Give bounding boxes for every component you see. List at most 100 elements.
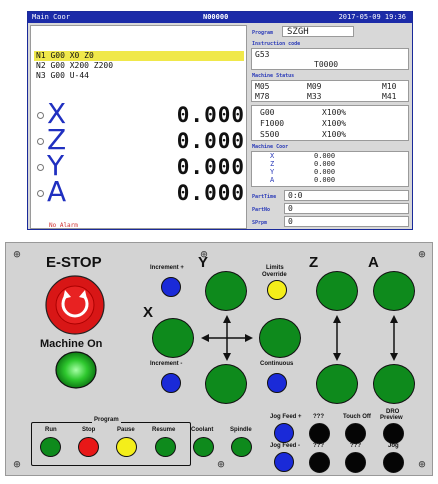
spindle-label: Spindle bbox=[230, 427, 252, 433]
feed-rate: F1000 bbox=[260, 119, 285, 128]
machine-axis-value: 0.000 bbox=[314, 168, 336, 176]
axis-indicator-dot bbox=[37, 164, 44, 171]
gcode-line-active: N1 G00 X0 Z0 bbox=[34, 51, 244, 61]
estop-button[interactable] bbox=[43, 275, 107, 335]
unassigned-button-2[interactable] bbox=[309, 452, 330, 473]
program-group-label: Program bbox=[92, 417, 121, 424]
screen-mode-label: Main Coor bbox=[32, 13, 70, 21]
machine-on-button[interactable] bbox=[55, 351, 97, 389]
part-time-box: 0:0 bbox=[284, 190, 409, 201]
limits-override-button[interactable] bbox=[267, 280, 287, 300]
m-code: M09 bbox=[307, 82, 322, 91]
machine-axis-letter: X bbox=[270, 152, 275, 160]
limits-override-label: Limits bbox=[266, 265, 284, 271]
motion-mode: G00 bbox=[260, 108, 275, 117]
instruction-label: Instruction code bbox=[252, 41, 301, 47]
cnc-screen: Main Coor N00000 2017-05-09 19:36 N1 G00… bbox=[27, 11, 413, 230]
control-panel: ⊕ ⊕ ⊕ ⊕ ⊕ ⊕ E-STOP Machine On Increment … bbox=[5, 242, 433, 476]
jog-y-minus-button[interactable] bbox=[205, 364, 247, 404]
part-no-box: 0 bbox=[284, 203, 409, 214]
machine-coor-box: X 0.000 Z 0.000 Y 0.000 A 0.000 bbox=[251, 151, 409, 187]
gcode-line: N2 G00 X200 Z200 bbox=[36, 61, 114, 70]
jog-feed-plus-label: Jog Feed + bbox=[270, 414, 302, 420]
machine-status-label: Machine Status bbox=[252, 73, 295, 79]
spindle-override: X100% bbox=[322, 130, 347, 139]
axis-row-z: Z 0.000 bbox=[35, 125, 245, 155]
axis-position-value: 0.000 bbox=[176, 103, 245, 127]
instruction-code: G53 bbox=[255, 50, 270, 59]
part-no-label: PartNo bbox=[252, 207, 271, 213]
axis-position-value: 0.000 bbox=[176, 129, 245, 153]
screw-icon: ⊕ bbox=[13, 457, 21, 471]
screw-icon: ⊕ bbox=[418, 457, 426, 471]
m-code: M78 bbox=[255, 92, 270, 101]
y-axis-label: Y bbox=[198, 254, 209, 271]
spindle-rpm-label: SPrpm bbox=[252, 220, 268, 226]
resume-button[interactable] bbox=[155, 437, 176, 457]
jog-x-minus-button[interactable] bbox=[152, 318, 194, 358]
touch-off-button[interactable] bbox=[345, 423, 366, 444]
feed-speed-box: G00 X100% F1000 X100% S500 X100% bbox=[251, 105, 409, 141]
increment-minus-label: Increment - bbox=[150, 361, 183, 367]
machine-coor-label: Machine Coor bbox=[252, 144, 289, 150]
block-number: N00000 bbox=[203, 13, 229, 21]
m-code-box: M05 M09 M10 M78 M33 M41 bbox=[251, 80, 409, 102]
xy-jog-arrows-icon bbox=[201, 315, 253, 361]
continuous-button[interactable] bbox=[267, 373, 287, 393]
jog-x-plus-button[interactable] bbox=[259, 318, 301, 358]
screen-title-bar: Main Coor N00000 2017-05-09 19:36 bbox=[28, 12, 412, 23]
a-axis-label: A bbox=[368, 254, 379, 271]
m-code: M10 bbox=[382, 82, 397, 91]
axis-row-x: X 0.000 bbox=[35, 99, 245, 129]
pause-label: Pause bbox=[117, 427, 135, 433]
machine-on-label: Machine On bbox=[40, 338, 103, 350]
machine-axis-letter: Y bbox=[270, 168, 275, 176]
dro-preview-button[interactable] bbox=[383, 423, 404, 444]
run-button[interactable] bbox=[40, 437, 61, 457]
rapid-override: X100% bbox=[322, 108, 347, 117]
m-code: M05 bbox=[255, 82, 270, 91]
m-code: M33 bbox=[307, 92, 322, 101]
unassigned-button-1[interactable] bbox=[309, 423, 330, 444]
machine-axis-value: 0.000 bbox=[314, 160, 336, 168]
unassigned-label: ??? bbox=[350, 443, 361, 449]
machine-axis-value: 0.000 bbox=[314, 152, 336, 160]
jog-feed-plus-button[interactable] bbox=[274, 423, 294, 443]
axis-indicator-dot bbox=[37, 138, 44, 145]
screw-icon: ⊕ bbox=[217, 457, 225, 471]
increment-plus-label: Increment + bbox=[150, 265, 184, 271]
status-pane: Program SZGH Instruction code G53 T0000 … bbox=[250, 25, 411, 229]
instruction-box: G53 T0000 bbox=[251, 48, 409, 70]
machine-axis-letter: Z bbox=[270, 160, 275, 168]
stop-button[interactable] bbox=[78, 437, 99, 457]
screw-icon: ⊕ bbox=[13, 247, 21, 261]
axis-position-value: 0.000 bbox=[176, 155, 245, 179]
gcode-line: N3 G00 U-44 bbox=[36, 71, 89, 80]
run-label: Run bbox=[45, 427, 57, 433]
jog-feed-minus-button[interactable] bbox=[274, 452, 294, 472]
spindle-speed: S500 bbox=[260, 130, 280, 139]
increment-minus-button[interactable] bbox=[161, 373, 181, 393]
pause-button[interactable] bbox=[116, 437, 137, 457]
estop-label: E-STOP bbox=[46, 254, 102, 271]
unassigned-button-3[interactable] bbox=[345, 452, 366, 473]
continuous-label: Continuous bbox=[260, 361, 294, 367]
spindle-button[interactable] bbox=[231, 437, 252, 457]
dro-preview-label-2: Preview bbox=[380, 415, 403, 421]
jog-z-plus-button[interactable] bbox=[316, 271, 358, 311]
jog-a-plus-button[interactable] bbox=[373, 271, 415, 311]
jog-button[interactable] bbox=[383, 452, 404, 473]
x-axis-label: X bbox=[143, 304, 154, 321]
a-jog-arrow-icon bbox=[390, 315, 398, 361]
axis-indicator-dot bbox=[37, 112, 44, 119]
program-name: SZGH bbox=[287, 27, 309, 37]
jog-feed-minus-label: Jog Feed - bbox=[270, 443, 301, 449]
program-name-box: SZGH bbox=[282, 26, 354, 37]
jog-a-minus-button[interactable] bbox=[373, 364, 415, 404]
increment-plus-button[interactable] bbox=[161, 277, 181, 297]
jog-y-plus-button[interactable] bbox=[205, 271, 247, 311]
stop-label: Stop bbox=[82, 427, 96, 433]
jog-z-minus-button[interactable] bbox=[316, 364, 358, 404]
coolant-label: Coolant bbox=[191, 427, 214, 433]
coolant-button[interactable] bbox=[193, 437, 214, 457]
